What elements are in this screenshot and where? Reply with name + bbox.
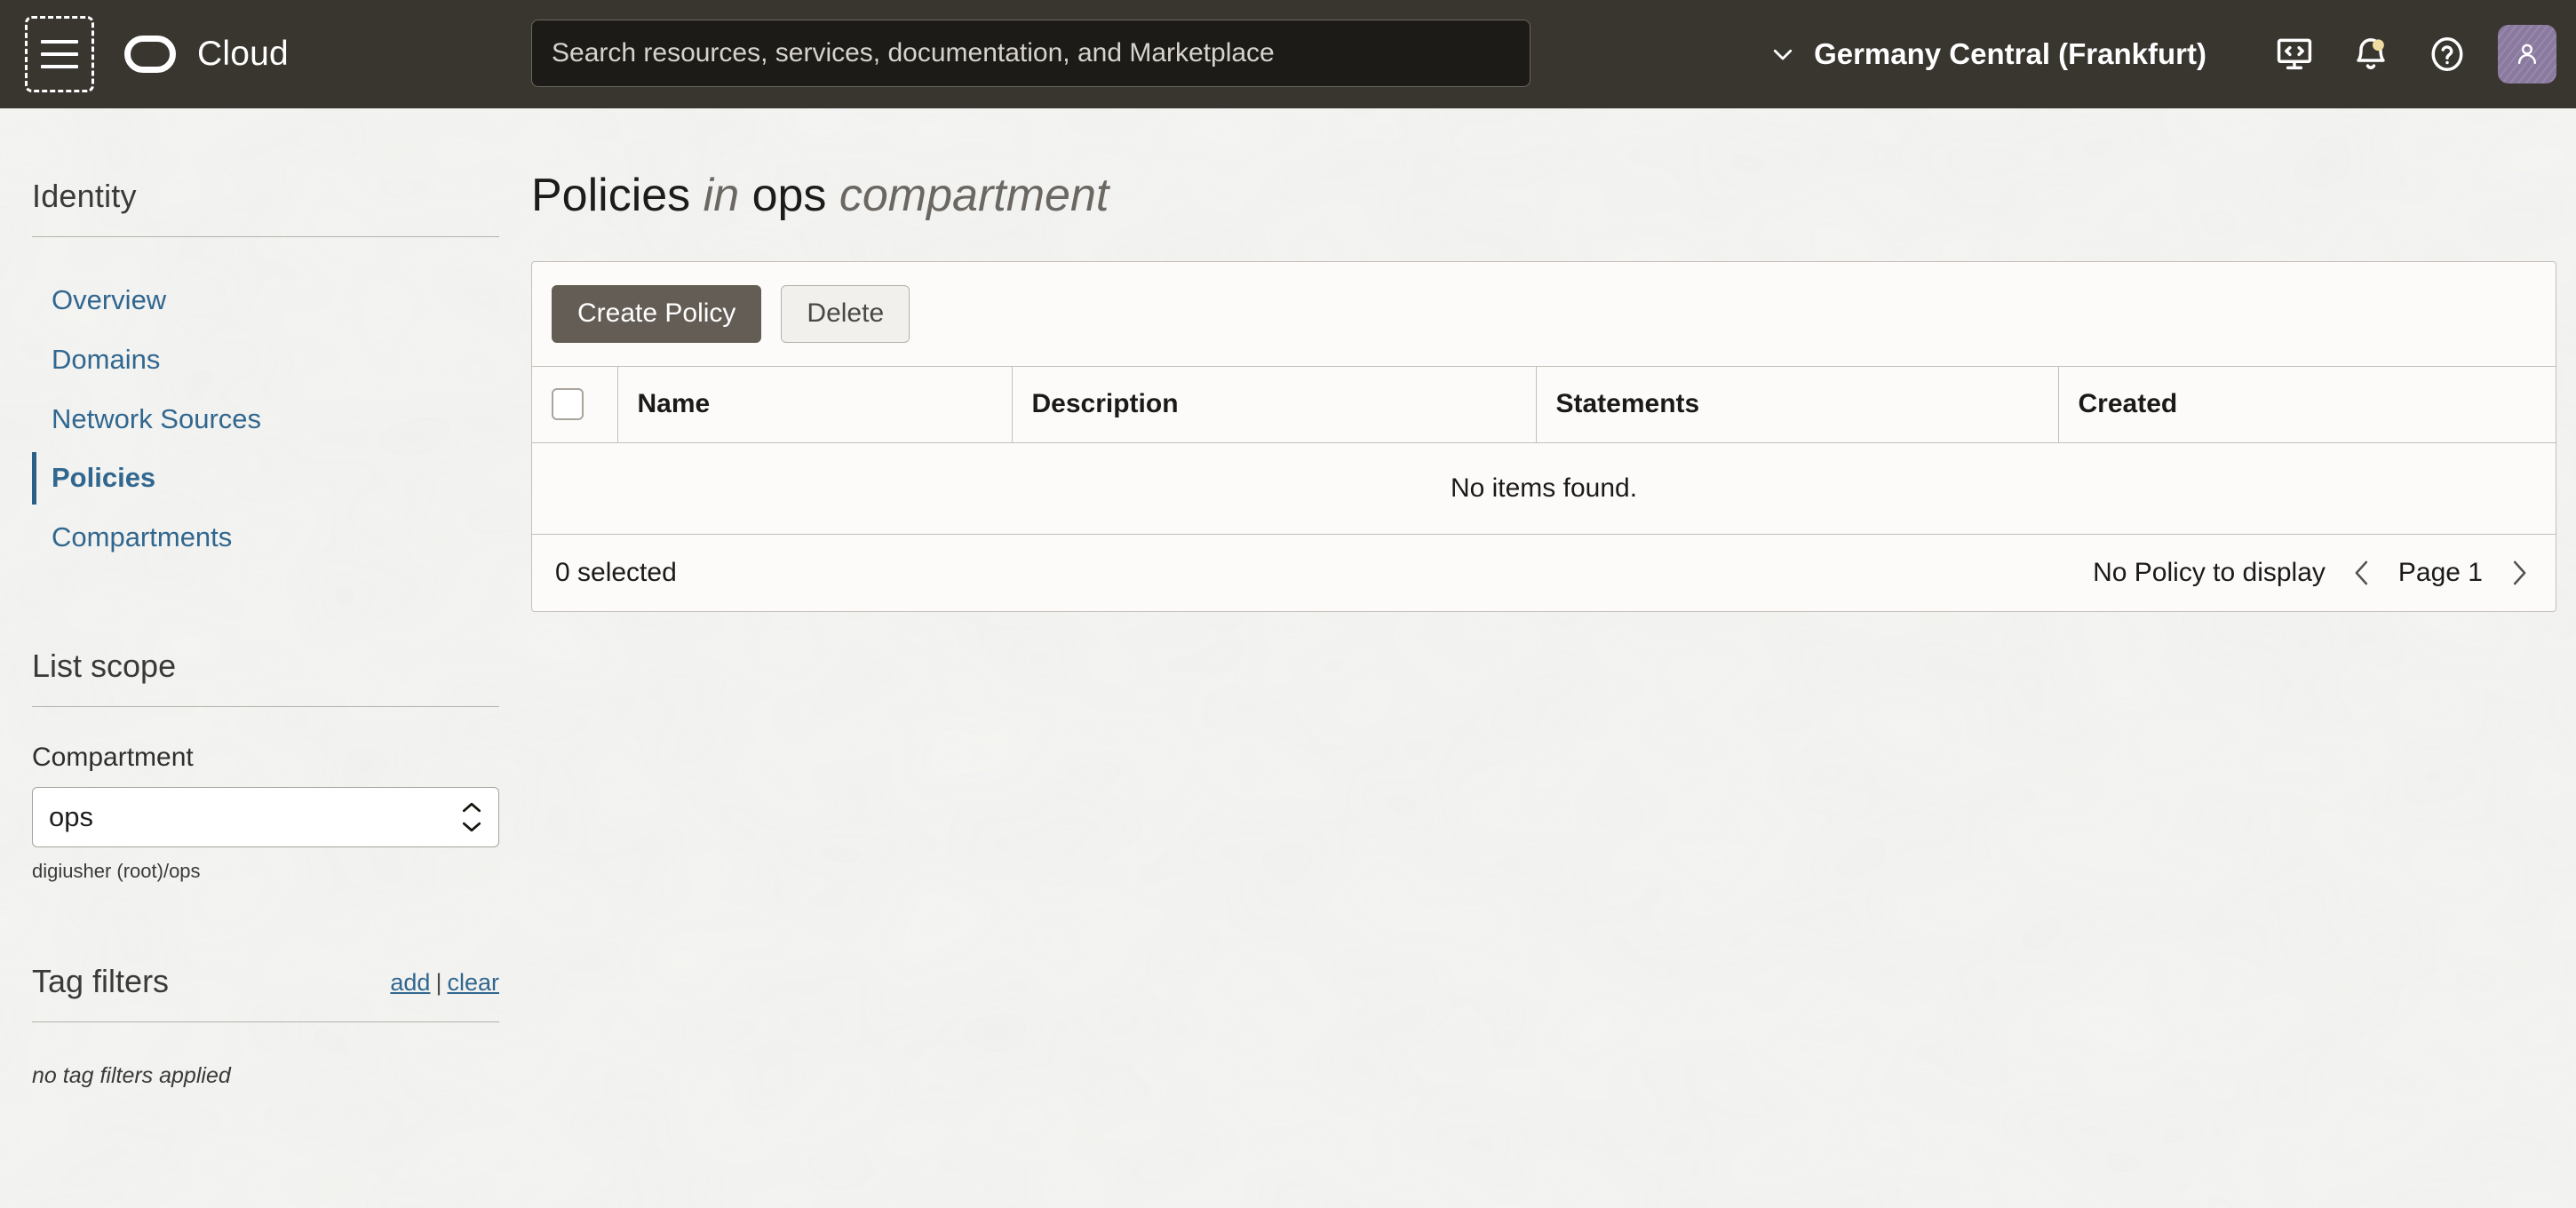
- table-footer: 0 selected No Policy to display Page 1: [532, 535, 2556, 611]
- notification-bell-icon[interactable]: [2333, 16, 2409, 92]
- sidebar-item-label: Policies: [52, 462, 156, 494]
- list-scope-heading: List scope: [32, 647, 177, 684]
- cloud-logo-icon[interactable]: [124, 36, 176, 73]
- avatar-person-glyph: [2518, 44, 2536, 65]
- list-scope-divider: [32, 705, 499, 707]
- compartment-selected-value: ops: [49, 800, 93, 832]
- sidebar-item-label: Network Sources: [52, 402, 262, 434]
- cloud-shell-icon[interactable]: [2256, 16, 2333, 92]
- display-status: No Policy to display: [2093, 558, 2326, 587]
- compartment-label: Compartment: [32, 742, 194, 772]
- page-indicator: Page 1: [2397, 558, 2483, 587]
- search-input[interactable]: [531, 20, 1530, 87]
- hamburger-line: [41, 52, 78, 56]
- page-title-compartment: ops: [751, 170, 827, 221]
- compartment-path: digiusher (root)/ops: [32, 859, 201, 882]
- region-selector[interactable]: Germany Central (Frankfurt): [1769, 37, 2206, 71]
- sidebar-nav-list: Overview Domains Network Sources Policie…: [32, 271, 499, 568]
- sidebar-item-compartments[interactable]: Compartments: [32, 508, 499, 568]
- empty-state-row: No items found.: [532, 442, 2556, 535]
- create-policy-button[interactable]: Create Policy: [552, 285, 762, 343]
- service-heading: Identity: [32, 178, 137, 214]
- column-header-created: Created: [2058, 366, 2556, 443]
- delete-button[interactable]: Delete: [781, 285, 910, 343]
- tag-filter-clear-link[interactable]: clear: [447, 969, 499, 996]
- help-glyph: [2431, 37, 2463, 71]
- sidebar: Identity Overview Domains Network Source…: [0, 108, 531, 1208]
- column-header-description: Description: [1012, 366, 1537, 443]
- policies-table: Name Description Statements Created No i…: [532, 366, 2556, 535]
- sidebar-item-label: Compartments: [52, 521, 233, 552]
- chevron-right-icon[interactable]: [2506, 558, 2532, 588]
- card-toolbar: Create Policy Delete: [532, 262, 2556, 367]
- bell-glyph: [2357, 38, 2385, 69]
- column-header-name: Name: [617, 366, 1013, 443]
- sidebar-item-policies[interactable]: Policies: [32, 449, 499, 508]
- table-head: Name Description Statements Created: [532, 366, 2556, 443]
- select-all-header: [532, 366, 618, 443]
- brand-label: Cloud: [197, 35, 289, 73]
- page-title: Policies in ops compartment: [531, 169, 2576, 222]
- hamburger-line: [41, 40, 78, 44]
- tag-filters-divider: [32, 1021, 499, 1022]
- region-label: Germany Central (Frankfurt): [1814, 37, 2206, 70]
- compartment-select-wrapper: ops: [32, 786, 499, 847]
- cloud-shell-glyph: [2277, 38, 2312, 70]
- empty-state-message: No items found.: [532, 442, 2556, 535]
- tag-filters-heading: Tag filters: [32, 962, 170, 999]
- compartment-select[interactable]: ops: [32, 786, 499, 847]
- no-tag-filters-text: no tag filters applied: [32, 1062, 231, 1088]
- policies-card: Create Policy Delete Name Description St…: [531, 261, 2556, 612]
- top-navigation-bar: Cloud Germany Central (Frankfurt): [0, 0, 2576, 108]
- sidebar-item-domains[interactable]: Domains: [32, 330, 499, 390]
- page-title-compartment-word: compartment: [839, 170, 1109, 221]
- selected-count: 0 selected: [555, 558, 677, 587]
- hamburger-line: [41, 65, 78, 68]
- sidebar-item-overview[interactable]: Overview: [32, 271, 499, 330]
- page-title-in-word: in: [703, 170, 740, 221]
- sidebar-item-label: Overview: [52, 284, 167, 315]
- tag-filter-separator: |: [435, 968, 442, 996]
- tag-filter-add-link[interactable]: add: [390, 969, 430, 996]
- chevron-down-icon: [1773, 49, 1793, 60]
- hamburger-menu-icon[interactable]: [25, 16, 94, 92]
- pagination-controls: No Policy to display Page 1: [2093, 558, 2532, 588]
- help-question-icon[interactable]: [2409, 16, 2485, 92]
- user-avatar-icon[interactable]: [2498, 25, 2556, 83]
- tag-filter-links: add | clear: [390, 969, 499, 1000]
- table-body: No items found.: [532, 442, 2556, 535]
- sidebar-item-network-sources[interactable]: Network Sources: [32, 390, 499, 449]
- checkbox-icon[interactable]: [552, 388, 584, 421]
- table-header-row: Name Description Statements Created: [532, 366, 2556, 443]
- main-content: Policies in ops compartment Create Polic…: [531, 108, 2576, 1208]
- sidebar-item-label: Domains: [52, 343, 161, 375]
- tag-filters-header: Tag filters add | clear: [32, 963, 499, 1000]
- topbar-right-actions: Germany Central (Frankfurt): [1769, 0, 2576, 108]
- sidebar-divider: [32, 236, 499, 237]
- chevron-left-icon[interactable]: [2349, 558, 2375, 588]
- page-title-resource: Policies: [531, 170, 691, 221]
- column-header-statements: Statements: [1536, 366, 2059, 443]
